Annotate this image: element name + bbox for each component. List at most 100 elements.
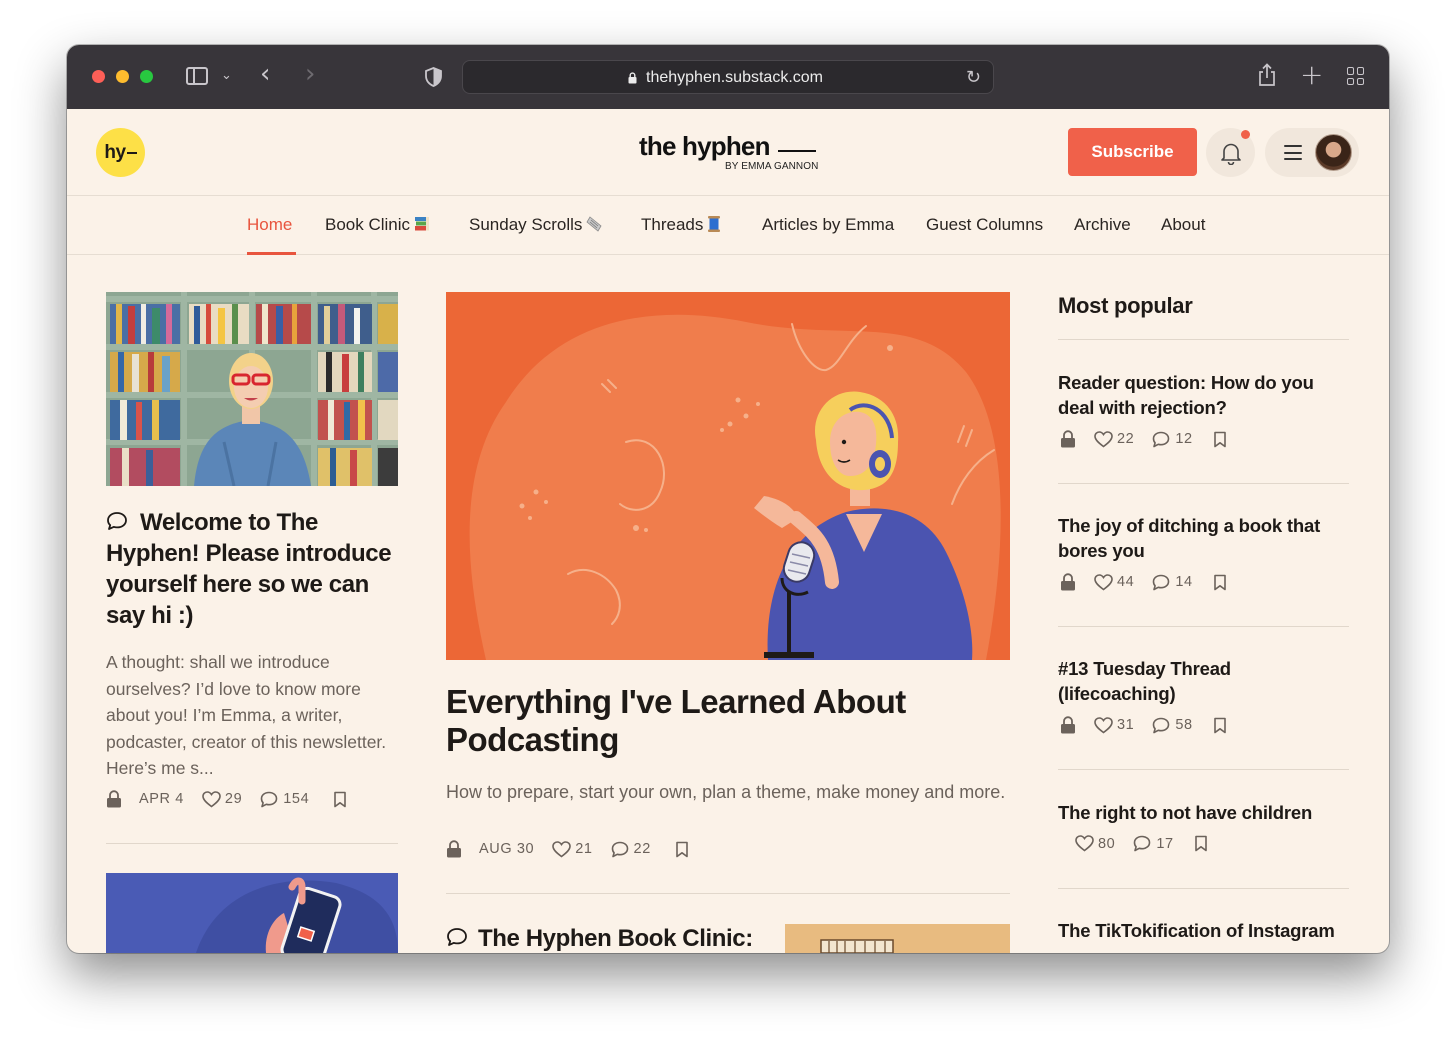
heart-icon bbox=[1094, 430, 1113, 447]
bookmark-icon[interactable] bbox=[333, 791, 347, 808]
popular-post-meta: 44 14 bbox=[1060, 573, 1227, 591]
like-count: 80 bbox=[1098, 835, 1116, 852]
welcome-post-excerpt: A thought: shall we introduce ourselves?… bbox=[106, 652, 387, 778]
bookmark-icon[interactable] bbox=[675, 841, 689, 858]
nav-item-book-clinic[interactable]: Book Clinic bbox=[325, 215, 430, 235]
welcome-post-title[interactable]: Welcome to The Hyphen! Please introduce … bbox=[106, 507, 398, 631]
back-arrow-icon[interactable]: ‹ bbox=[260, 59, 270, 89]
masthead-rule bbox=[778, 150, 816, 152]
divider bbox=[446, 893, 1010, 894]
book-clinic-post-title[interactable]: The Hyphen Book Clinic: bbox=[446, 925, 753, 953]
comment-count: 58 bbox=[1175, 717, 1193, 733]
site-logo[interactable]: hy bbox=[96, 128, 145, 177]
welcome-post-meta: APR 4 29 154 bbox=[106, 790, 347, 808]
masthead[interactable]: the hyphen BY EMMA GANNON bbox=[639, 131, 819, 175]
most-popular-heading: Most popular bbox=[1058, 293, 1193, 318]
nav-item-about[interactable]: About bbox=[1161, 215, 1205, 235]
comments-button[interactable]: 17 bbox=[1133, 835, 1173, 852]
divider bbox=[1058, 626, 1349, 627]
like-button[interactable]: 29 bbox=[202, 790, 243, 808]
nav-item-sunday-scrolls[interactable]: Sunday Scrolls bbox=[469, 215, 604, 235]
nav-label: Book Clinic bbox=[325, 215, 411, 234]
like-count: 21 bbox=[575, 841, 593, 857]
url-text: thehyphen.substack.com bbox=[646, 69, 823, 86]
minimize-window-button[interactable] bbox=[116, 70, 129, 83]
reload-icon[interactable]: ↻ bbox=[966, 67, 981, 88]
close-window-button[interactable] bbox=[92, 70, 105, 83]
nav-item-threads[interactable]: Threads bbox=[641, 215, 721, 235]
bookmark-icon[interactable] bbox=[1194, 835, 1208, 852]
like-button[interactable]: 31 bbox=[1094, 716, 1135, 734]
lock-icon bbox=[107, 790, 121, 808]
next-post-image[interactable] bbox=[106, 873, 398, 953]
lock-icon bbox=[1061, 430, 1075, 448]
chevron-down-icon[interactable]: ⌄ bbox=[221, 67, 232, 83]
zoom-window-button[interactable] bbox=[140, 70, 153, 83]
comments-button[interactable]: 14 bbox=[1152, 574, 1192, 591]
like-count: 22 bbox=[1117, 431, 1135, 447]
popular-post-title[interactable]: The TikTokification of Instagram bbox=[1058, 918, 1349, 943]
bookmark-icon[interactable] bbox=[1213, 431, 1227, 448]
book-clinic-thumbnail[interactable] bbox=[785, 924, 1010, 953]
like-count: 31 bbox=[1117, 717, 1135, 733]
featured-post-title[interactable]: Everything I've Learned About Podcasting bbox=[446, 683, 1010, 759]
comments-button[interactable]: 22 bbox=[611, 841, 651, 858]
popular-post-title[interactable]: The joy of ditching a book that bores yo… bbox=[1058, 513, 1349, 563]
subscribe-button[interactable]: Subscribe bbox=[1068, 128, 1197, 176]
popular-post-title[interactable]: The right to not have children bbox=[1058, 800, 1349, 825]
bookmark-icon[interactable] bbox=[1213, 574, 1227, 591]
address-bar[interactable]: thehyphen.substack.com ↻ bbox=[462, 60, 994, 94]
nav-label: Sunday Scrolls bbox=[469, 215, 583, 234]
heart-icon bbox=[552, 840, 571, 857]
share-icon[interactable] bbox=[1257, 63, 1277, 87]
comment-thread-icon bbox=[107, 512, 127, 530]
lock-icon bbox=[628, 72, 637, 84]
forward-arrow-icon[interactable]: › bbox=[305, 59, 315, 89]
post-date: AUG 30 bbox=[479, 841, 535, 857]
hamburger-menu-icon bbox=[1284, 145, 1302, 160]
like-count: 29 bbox=[224, 791, 243, 807]
popular-post-meta: 22 12 bbox=[1060, 430, 1227, 448]
thread-spool-emoji-icon bbox=[708, 216, 721, 232]
newspaper-emoji-icon bbox=[586, 216, 602, 232]
new-tab-plus-icon[interactable]: + bbox=[1300, 58, 1323, 91]
popular-post-title[interactable]: Reader question: How do you deal with re… bbox=[1058, 370, 1349, 420]
popular-post-title[interactable]: #13 Tuesday Thread (lifecoaching) bbox=[1058, 656, 1349, 706]
comments-button[interactable]: 58 bbox=[1152, 717, 1192, 734]
nav-item-home[interactable]: Home bbox=[247, 215, 292, 235]
like-button[interactable]: 22 bbox=[1094, 430, 1135, 448]
sidebar-toggle-icon[interactable] bbox=[186, 67, 208, 85]
nav-item-archive[interactable]: Archive bbox=[1074, 215, 1131, 235]
nav-item-articles-by-emma[interactable]: Articles by Emma bbox=[762, 215, 894, 235]
user-menu-button[interactable] bbox=[1265, 128, 1359, 177]
nav-label: Threads bbox=[641, 215, 704, 234]
comments-button[interactable]: 154 bbox=[260, 791, 309, 808]
comment-count: 17 bbox=[1156, 835, 1174, 852]
heart-icon bbox=[1075, 835, 1094, 852]
privacy-shield-icon[interactable] bbox=[425, 67, 442, 87]
bookmark-icon[interactable] bbox=[1213, 717, 1227, 734]
bell-icon bbox=[1220, 143, 1241, 165]
like-button[interactable]: 80 bbox=[1075, 835, 1115, 852]
heart-icon bbox=[1094, 716, 1113, 733]
podcasting-hero-illustration[interactable] bbox=[446, 292, 1010, 660]
like-button[interactable]: 44 bbox=[1094, 573, 1134, 591]
featured-post-subtitle: How to prepare, start your own, plan a t… bbox=[446, 782, 1006, 802]
comment-count: 12 bbox=[1175, 431, 1193, 447]
comment-count: 14 bbox=[1175, 574, 1193, 590]
notification-dot bbox=[1241, 130, 1250, 139]
nav-label: Home bbox=[247, 215, 293, 234]
divider bbox=[1058, 888, 1349, 889]
featured-post-meta: AUG 30 21 22 bbox=[446, 840, 689, 858]
comment-icon bbox=[1153, 431, 1170, 447]
welcome-post-image[interactable] bbox=[106, 292, 398, 486]
post-title-text: Welcome to The Hyphen! Please introduce … bbox=[106, 509, 392, 629]
comment-count: 154 bbox=[283, 791, 310, 807]
tab-overview-icon[interactable] bbox=[1347, 67, 1365, 85]
lock-icon bbox=[1061, 716, 1075, 734]
like-button[interactable]: 21 bbox=[552, 840, 593, 858]
comments-button[interactable]: 12 bbox=[1152, 431, 1192, 448]
nav-item-guest-columns[interactable]: Guest Columns bbox=[926, 215, 1043, 235]
comment-icon bbox=[1134, 835, 1151, 852]
comment-icon bbox=[1153, 574, 1170, 590]
